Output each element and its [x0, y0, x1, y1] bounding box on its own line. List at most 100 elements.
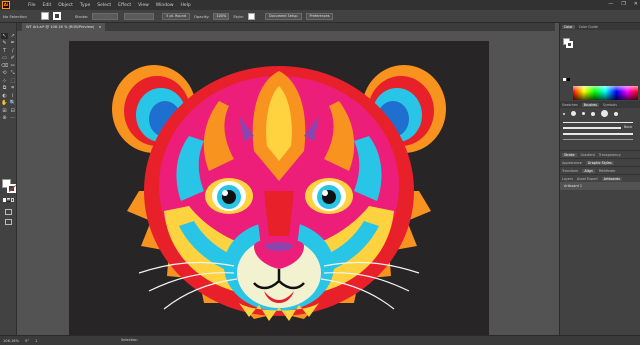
tab-color[interactable]: Color [562, 24, 575, 29]
document-setup-button[interactable]: Document Setup [265, 12, 302, 20]
screen-mode-icon[interactable] [5, 219, 12, 225]
tab-align[interactable]: Align [582, 168, 595, 173]
right-panel-dock: Color Color Guide Swatches Brushes Symbo… [559, 23, 640, 335]
menu-bar: Ai File Edit Object Type Select Effect V… [0, 0, 640, 10]
shape-builder-tool-icon[interactable]: ⧉ [1, 85, 8, 91]
artboard-tool-icon[interactable]: ⊞ [1, 108, 8, 114]
tab-transparency[interactable]: Transparency [599, 153, 621, 157]
fill-stroke-widget[interactable] [2, 179, 16, 193]
tab-pathfinder[interactable]: Pathfinder [599, 169, 616, 173]
brush-dot-icon[interactable] [563, 112, 565, 115]
menu-effect[interactable]: Effect [118, 3, 131, 8]
stroke-label: Stroke: [74, 13, 89, 19]
stroke-weight-field[interactable] [92, 12, 119, 20]
tab-gradient[interactable]: Gradient [581, 153, 595, 157]
selection-tool-icon[interactable]: ↖ [1, 33, 8, 40]
artboard-list-item[interactable]: Artboard 1 [560, 182, 640, 190]
perspective-grid-tool-icon[interactable]: ⌗ [9, 85, 16, 91]
tab-appearance[interactable]: Appearance [562, 161, 582, 165]
line-tool-icon[interactable]: / [9, 48, 16, 54]
tab-color-guide[interactable]: Color Guide [579, 25, 598, 29]
fill-swatch[interactable] [40, 12, 49, 20]
color-mode-icon[interactable] [3, 198, 6, 202]
zoom-level[interactable]: 106.16% [3, 339, 19, 343]
app-logo-icon: Ai [2, 1, 10, 9]
direct-selection-tool-icon[interactable]: ↗ [9, 33, 16, 39]
artboard-navigator[interactable]: 1 [35, 339, 37, 343]
scale-tool-icon[interactable]: ⤡ [9, 70, 16, 76]
brushes-panel-tabs: Swatches Brushes Symbols [560, 101, 640, 108]
brush-stroke-preview[interactable] [563, 133, 633, 135]
appearance-panel-tabs: Appearance Graphic Styles [560, 158, 640, 166]
menu-window[interactable]: Window [156, 3, 174, 8]
none-mode-icon[interactable] [11, 198, 14, 202]
black-swatch[interactable] [567, 78, 570, 81]
tools-panel: ↖ ↗ ✎ ✒ T / ▭ ✐ ⌫ ✂ ⟲ ⤡ ⊹ ⬚ ⧉ ⌗ ◐ ⌇ ✋ 🔍 … [0, 23, 17, 335]
opacity-label: Opacity: [193, 13, 210, 19]
brush-stroke-preview[interactable] [563, 122, 633, 123]
current-tool-status: Selection [121, 338, 138, 342]
tab-asset-export[interactable]: Asset Export [577, 177, 598, 181]
scissors-tool-icon[interactable]: ✂ [9, 63, 16, 69]
artboard[interactable] [69, 41, 489, 335]
rectangle-tool-icon[interactable]: ▭ [1, 55, 8, 61]
menu-view[interactable]: View [138, 3, 149, 8]
color-spectrum[interactable] [573, 86, 638, 100]
preferences-button[interactable]: Preferences [305, 12, 334, 20]
pen-tool-icon[interactable]: ✒ [9, 40, 16, 46]
tab-symbols[interactable]: Symbols [603, 103, 617, 107]
brush-dot-icon[interactable] [601, 110, 608, 117]
style-swatch[interactable] [248, 12, 256, 20]
eyedropper-tool-icon[interactable]: ⌇ [9, 93, 16, 99]
brush-dot-icon[interactable] [571, 111, 576, 116]
type-tool-icon[interactable]: T [1, 48, 8, 54]
symbol-sprayer-tool-icon[interactable]: ⊕ [1, 115, 8, 121]
tab-close-icon[interactable]: × [98, 25, 101, 29]
close-icon[interactable]: ✕ [634, 1, 638, 7]
document-tab[interactable]: WT Art.ai* @ 106.16 % (RGB/Preview) × [22, 23, 106, 31]
brush-dot-icon[interactable] [582, 112, 585, 115]
tab-stroke[interactable]: Stroke [562, 152, 577, 157]
status-bar: 106.16% 0° 1 Selection [0, 335, 640, 345]
more-tools-icon[interactable]: ⋯ [9, 115, 16, 121]
gradient-tool-icon[interactable]: ◐ [1, 93, 8, 99]
white-swatch[interactable] [563, 78, 566, 81]
brush-dot-icon[interactable] [614, 111, 618, 116]
rotate-tool-icon[interactable]: ⟲ [1, 70, 8, 76]
tab-artboards[interactable]: Artboards [601, 176, 622, 181]
draw-mode-icon[interactable] [5, 209, 12, 215]
stroke-swatch[interactable] [52, 12, 61, 20]
free-transform-tool-icon[interactable]: ⬚ [9, 78, 16, 84]
variable-width-field[interactable] [124, 12, 155, 20]
brush-definition-dropdown[interactable]: 5 pt. Round [162, 12, 190, 20]
tab-brushes[interactable]: Brushes [581, 102, 600, 107]
menu-object[interactable]: Object [58, 3, 73, 8]
menu-edit[interactable]: Edit [43, 3, 52, 8]
menu-help[interactable]: Help [181, 3, 191, 8]
gradient-mode-icon[interactable] [7, 198, 10, 202]
restore-icon[interactable]: ❐ [621, 1, 625, 7]
pencil-tool-icon[interactable]: ✎ [1, 40, 8, 46]
stroke-color-box[interactable] [7, 184, 16, 193]
brush-dot-icon[interactable] [591, 111, 595, 116]
minimize-icon[interactable]: — [608, 1, 613, 7]
color-panel-stroke[interactable] [566, 41, 573, 48]
tab-layers[interactable]: Layers [562, 177, 573, 181]
menu-select[interactable]: Select [97, 3, 111, 8]
menu-type[interactable]: Type [80, 3, 90, 8]
zoom-tool-icon[interactable]: 🔍 [9, 100, 16, 106]
width-tool-icon[interactable]: ⊹ [1, 78, 8, 84]
eraser-tool-icon[interactable]: ⌫ [1, 63, 8, 69]
brush-stroke-preview[interactable] [563, 139, 633, 140]
tab-transform[interactable]: Transform [562, 169, 578, 173]
slice-tool-icon[interactable]: ⊟ [9, 108, 16, 114]
tab-graphic-styles[interactable]: Graphic Styles [585, 160, 614, 165]
opacity-field[interactable]: 100% [213, 12, 230, 20]
tab-swatches[interactable]: Swatches [562, 103, 578, 107]
hand-tool-icon[interactable]: ✋ [1, 100, 8, 106]
paintbrush-tool-icon[interactable]: ✐ [9, 55, 16, 61]
rotation-value[interactable]: 0° [25, 339, 29, 343]
canvas-area[interactable] [17, 31, 555, 335]
menu-file[interactable]: File [28, 3, 36, 8]
brush-stroke-preview[interactable] [563, 127, 621, 129]
